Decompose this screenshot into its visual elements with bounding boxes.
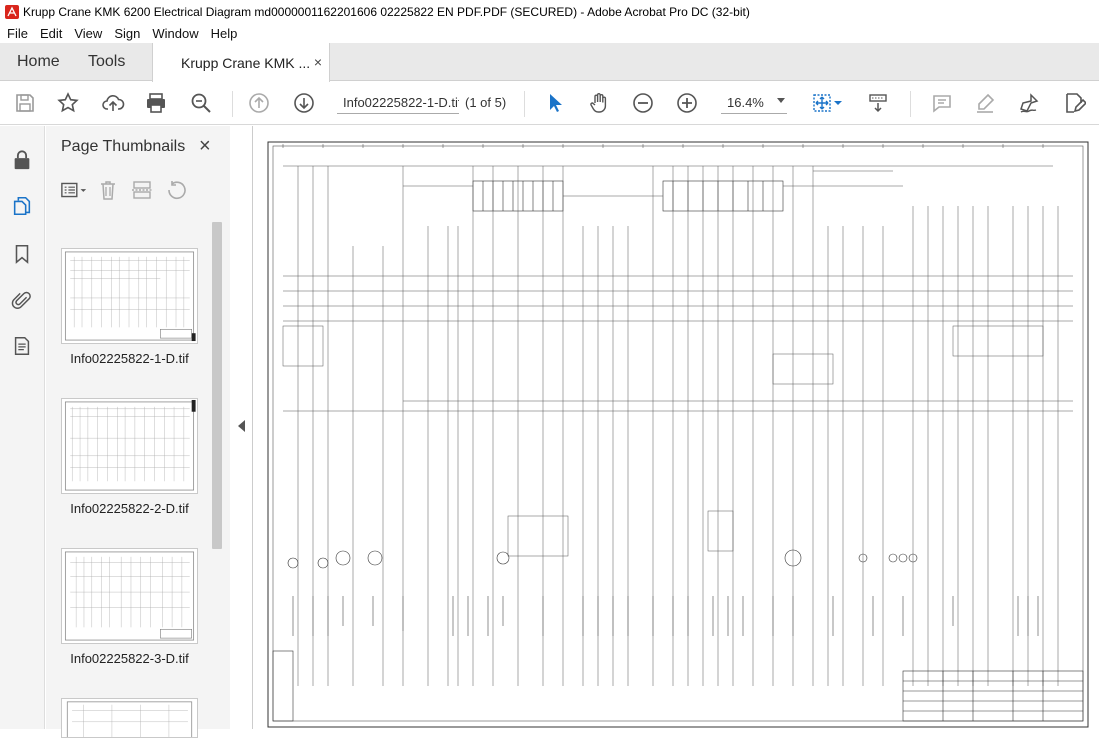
menu-help[interactable]: Help <box>204 26 243 41</box>
document-icon[interactable] <box>10 334 34 358</box>
magnifier-icon[interactable] <box>188 90 214 116</box>
panel-toolbar <box>60 178 196 202</box>
page-thumbnail-4[interactable] <box>61 698 198 738</box>
panel-title: Page Thumbnails <box>61 138 186 155</box>
rotate-icon[interactable] <box>162 179 190 201</box>
tab-document[interactable]: Krupp Crane KMK ... × <box>152 43 330 82</box>
print-icon[interactable] <box>143 90 169 116</box>
upload-icon[interactable] <box>100 90 126 116</box>
tab-bar: Home Tools Krupp Crane KMK ... × <box>0 43 1099 82</box>
minus-circle-icon[interactable] <box>630 90 656 116</box>
page-thumbnail-2[interactable] <box>61 398 198 494</box>
menu-edit[interactable]: Edit <box>33 26 67 41</box>
thumbnail-preview <box>64 551 195 641</box>
window-title: Krupp Crane KMK 6200 Electrical Diagram … <box>23 4 750 19</box>
panel-scrollbar[interactable] <box>212 222 222 549</box>
menu-view[interactable]: View <box>67 26 107 41</box>
tab-home[interactable]: Home <box>17 43 60 81</box>
menu-bar: File Edit View Sign Window Help <box>0 23 1099 43</box>
hand-icon[interactable] <box>586 90 612 116</box>
document-view[interactable] <box>252 126 1099 729</box>
close-icon[interactable]: × <box>199 135 211 158</box>
star-icon[interactable] <box>55 90 81 116</box>
close-icon[interactable]: × <box>314 54 322 70</box>
attachment-icon[interactable] <box>10 288 34 312</box>
acrobat-icon <box>5 4 19 19</box>
chevron-down-icon[interactable] <box>832 90 844 116</box>
thumbnail-preview <box>64 399 196 491</box>
page-thumbnails-icon[interactable] <box>10 194 34 218</box>
zoom-select[interactable]: 16.4% <box>721 92 787 114</box>
menu-window[interactable]: Window <box>145 26 203 41</box>
scroll-mode-icon[interactable] <box>865 90 891 116</box>
arrow-down-icon[interactable] <box>291 90 317 116</box>
chevron-down-icon <box>777 98 785 103</box>
toolbar: Info02225822-1-D.tif (1 of 5) 16.4% <box>0 82 1099 125</box>
left-rail <box>0 126 45 729</box>
arrow-up-icon[interactable] <box>246 90 272 116</box>
thumbnail-panel: Page Thumbnails × Info02225822-1-D.tif I… <box>46 126 230 738</box>
thumbnail-label: Info02225822-2-D.tif <box>70 501 189 516</box>
menu-sign[interactable]: Sign <box>107 26 145 41</box>
trash-icon[interactable] <box>94 179 122 201</box>
comment-icon[interactable] <box>929 90 955 116</box>
toolbar-divider <box>910 91 911 117</box>
title-bar: Krupp Crane KMK 6200 Electrical Diagram … <box>0 0 1099 23</box>
thumbnail-label: Info02225822-3-D.tif <box>70 651 189 666</box>
page-thumbnail-3[interactable] <box>61 548 198 644</box>
toolbar-divider <box>524 91 525 117</box>
thumbnail-preview <box>64 251 196 342</box>
page-count: (1 of 5) <box>465 95 507 110</box>
toolbar-divider <box>232 91 233 117</box>
page-number-input[interactable]: Info02225822-1-D.tif <box>337 92 459 114</box>
cursor-icon[interactable] <box>542 90 568 116</box>
thumbnail-options-icon[interactable] <box>60 179 88 201</box>
bookmark-icon[interactable] <box>10 242 34 266</box>
insert-page-icon[interactable] <box>128 179 156 201</box>
thumbnail-label: Info02225822-1-D.tif <box>70 351 189 366</box>
tab-document-label: Krupp Crane KMK ... <box>181 54 311 71</box>
save-icon[interactable] <box>12 90 38 116</box>
thumbnail-preview <box>66 701 193 737</box>
lock-icon[interactable] <box>10 148 34 172</box>
zoom-value: 16.4% <box>727 95 764 110</box>
highlight-icon[interactable] <box>972 90 998 116</box>
plus-circle-icon[interactable] <box>674 90 700 116</box>
collapse-panel-icon[interactable] <box>238 420 245 432</box>
electrical-diagram-page <box>267 141 1089 728</box>
sign-icon[interactable] <box>1016 90 1042 116</box>
tab-tools[interactable]: Tools <box>88 43 125 81</box>
edit-pdf-icon[interactable] <box>1061 90 1087 116</box>
page-thumbnail-1[interactable] <box>61 248 198 344</box>
menu-file[interactable]: File <box>0 26 33 41</box>
